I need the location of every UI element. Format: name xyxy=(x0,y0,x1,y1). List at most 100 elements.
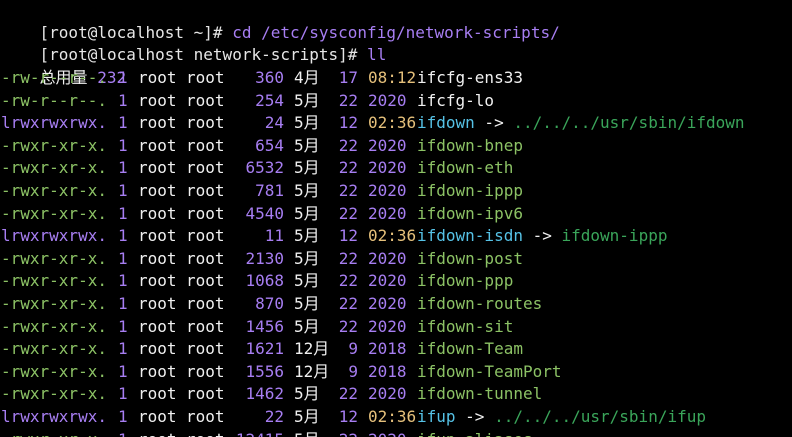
file-name: ifdown xyxy=(417,113,475,133)
file-size: 6532 xyxy=(245,158,284,178)
file-day: 17 xyxy=(338,68,358,87)
file-size: 870 xyxy=(255,293,284,313)
file-day: 22 xyxy=(338,271,358,291)
file-owner: root xyxy=(138,384,177,404)
file-owner: root xyxy=(138,406,177,426)
link-count: 1 xyxy=(118,226,128,246)
symlink-target: ifdown-ippp xyxy=(561,226,668,246)
file-permissions: -rwxr-xr-x. xyxy=(1,248,107,268)
file-time: 2020 xyxy=(368,90,407,110)
file-size: 2130 xyxy=(245,248,284,268)
file-permissions: -rwxr-xr-x. xyxy=(1,158,107,178)
file-size: 4540 xyxy=(245,203,284,223)
terminal-window[interactable]: [root@localhost ~]# cd /etc/sysconfig/ne… xyxy=(0,0,792,437)
file-name: ifdown-ipv6 xyxy=(417,203,523,223)
file-permissions: -rw-r--r--. xyxy=(1,68,107,87)
file-name-group: ifcfg-ens33 xyxy=(417,67,523,90)
listing-row: -rwxr-xr-x. 1 root root 2130 5月 22 2020 ifdown-p… xyxy=(0,248,792,271)
file-owner: root xyxy=(138,316,177,336)
file-listing: -rw-r--r--. 1 root root 360 4月 17 08:12 ifcfg-en… xyxy=(0,67,792,437)
file-name-group: ifdown-TeamPort xyxy=(417,361,562,384)
listing-row: -rwxr-xr-x. 1 root root 781 5月 22 2020 ifdown-ip… xyxy=(0,180,792,203)
file-day: 22 xyxy=(338,158,358,178)
file-time: 08:12 xyxy=(368,68,417,87)
file-permissions: lrwxrwxrwx. xyxy=(1,406,107,426)
file-name-group: ifdown-isdn -> ifdown-ippp xyxy=(417,225,667,248)
total-line: 总用量 232 xyxy=(1,45,127,87)
file-name-group: ifdown-sit xyxy=(417,316,513,339)
link-count: 1 xyxy=(118,158,128,178)
file-size: 1462 xyxy=(245,384,284,404)
file-month: 5月 xyxy=(294,293,320,313)
file-time: 2020 xyxy=(368,293,407,313)
prompt-symbol: # xyxy=(347,45,358,64)
file-day: 9 xyxy=(348,339,358,359)
file-name-group: ifup -> ../../../usr/sbin/ifup xyxy=(417,406,706,429)
file-permissions: -rwxr-xr-x. xyxy=(1,180,107,200)
file-owner: root xyxy=(138,90,177,110)
command-line-2: [root@localhost network-scripts]# ll xyxy=(1,22,387,64)
file-name: ifdown-isdn xyxy=(417,226,523,246)
listing-row: -rwxr-xr-x. 1 root root 654 5月 22 2020 ifdown-bn… xyxy=(0,135,792,158)
file-permissions: -rwxr-xr-x. xyxy=(1,271,107,291)
file-size: 1621 xyxy=(245,339,284,359)
file-name: ifdown-post xyxy=(417,248,523,268)
file-group: root xyxy=(186,203,225,223)
file-name: ifdown-ippp xyxy=(417,180,523,200)
file-day: 9 xyxy=(348,361,358,381)
file-time: 2020 xyxy=(368,429,407,437)
file-group: root xyxy=(186,226,225,246)
file-time: 02:36 xyxy=(368,113,417,133)
file-owner: root xyxy=(138,203,177,223)
symlink-arrow: -> xyxy=(455,406,495,426)
link-count: 1 xyxy=(118,90,128,110)
link-count: 1 xyxy=(118,361,128,381)
listing-row: -rw-r--r--. 1 root root 360 4月 17 08:12 ifcfg-en… xyxy=(0,67,792,90)
file-name-group: ifdown-ppp xyxy=(417,270,513,293)
file-name: ifcfg-lo xyxy=(417,90,495,110)
link-count: 1 xyxy=(118,429,128,437)
file-group: root xyxy=(186,90,225,110)
file-owner: root xyxy=(138,158,177,178)
file-name: ifdown-sit xyxy=(417,316,514,336)
file-group: root xyxy=(186,271,225,291)
symlink-arrow: -> xyxy=(522,226,562,246)
link-count: 1 xyxy=(118,384,128,404)
file-day: 22 xyxy=(338,293,358,313)
file-name-group: ifdown-bnep xyxy=(417,135,523,158)
file-name-group: ifdown-Team xyxy=(417,338,523,361)
file-name-group: ifdown-post xyxy=(417,248,523,271)
file-name: ifcfg-ens33 xyxy=(417,68,523,87)
link-count: 1 xyxy=(118,406,128,426)
file-owner: root xyxy=(138,429,177,437)
listing-row: -rw-r--r--. 1 root root 254 5月 22 2020 ifcfg-lo xyxy=(0,90,792,113)
file-month: 5月 xyxy=(294,384,320,404)
file-size: 1456 xyxy=(245,316,284,336)
file-size: 24 xyxy=(264,113,284,133)
file-time: 2020 xyxy=(368,384,407,404)
file-month: 5月 xyxy=(294,226,320,246)
file-name: ifdown-tunnel xyxy=(417,384,543,404)
file-month: 5月 xyxy=(294,90,320,110)
file-day: 22 xyxy=(338,384,358,404)
file-permissions: -rwxr-xr-x. xyxy=(1,361,107,381)
file-time: 2018 xyxy=(368,361,407,381)
file-name: ifdown-ppp xyxy=(417,271,514,291)
file-group: root xyxy=(186,158,225,178)
file-group: root xyxy=(186,180,225,200)
listing-row: -rwxr-xr-x. 1 root root 1556 12月 9 2018 ifdown-T… xyxy=(0,361,792,384)
file-size: 11 xyxy=(264,226,284,246)
file-day: 22 xyxy=(338,248,358,268)
file-day: 12 xyxy=(338,113,358,133)
file-size: 22 xyxy=(264,406,284,426)
file-size: 781 xyxy=(255,180,284,200)
link-count: 1 xyxy=(118,113,128,133)
symlink-target: ../../../usr/sbin/ifup xyxy=(494,406,706,426)
file-permissions: -rwxr-xr-x. xyxy=(1,203,107,223)
file-permissions: -rwxr-xr-x. xyxy=(1,339,107,359)
file-owner: root xyxy=(138,248,177,268)
file-month: 5月 xyxy=(294,316,320,336)
file-group: root xyxy=(186,135,225,155)
file-name: ifdown-routes xyxy=(417,293,543,313)
file-owner: root xyxy=(138,135,177,155)
